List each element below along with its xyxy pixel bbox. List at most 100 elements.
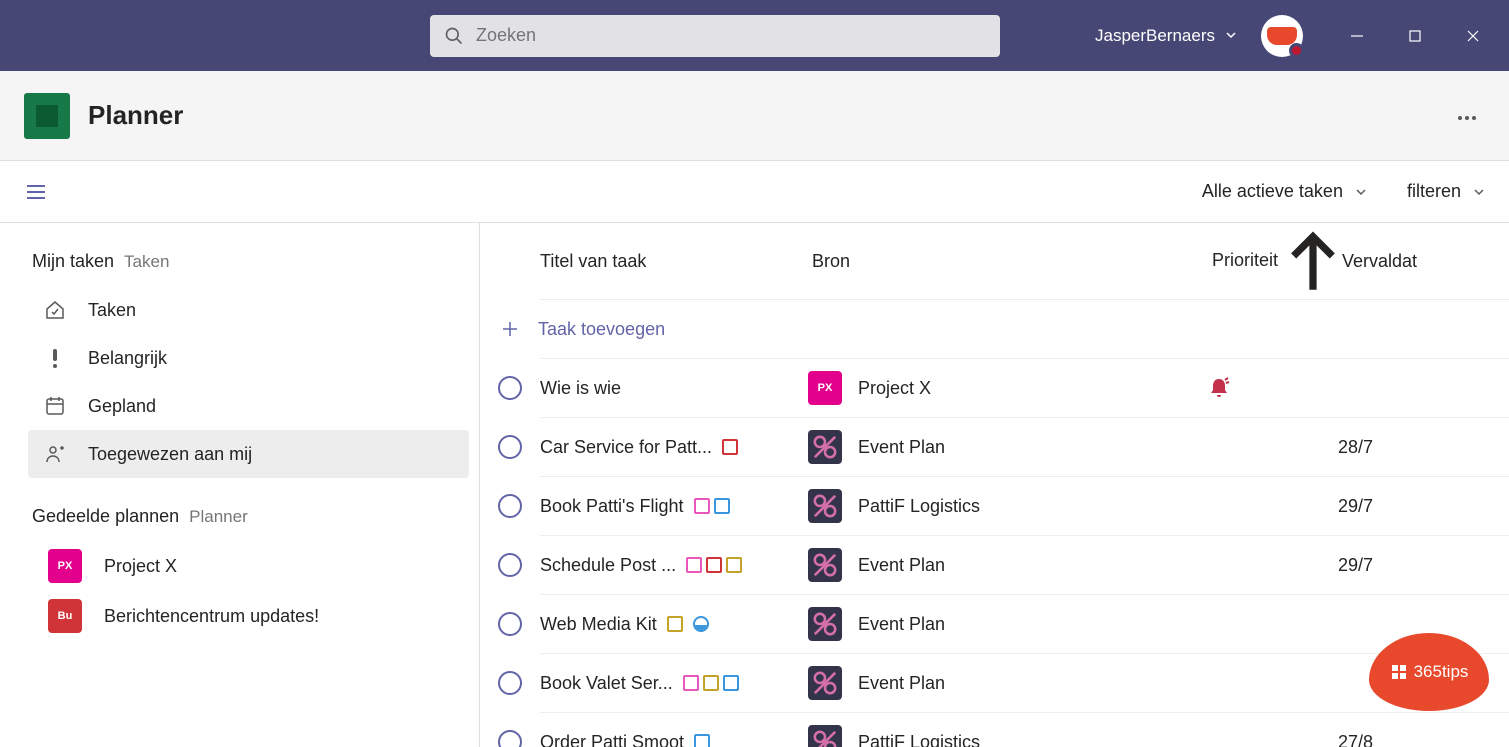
add-task-row[interactable]: Taak toevoegen [540,299,1509,358]
section-title-main: Gedeelde plannen [32,506,179,527]
source-badge [808,607,842,641]
section-title-sub: Planner [189,507,248,527]
planner-app-icon [24,93,70,139]
task-row[interactable]: Order Patti Smoot PattiF Logistics 27/8 [540,712,1509,747]
task-tags [694,734,710,747]
more-options-button[interactable] [1449,100,1485,132]
home-icon [44,299,66,321]
urgent-bell-icon [1208,377,1230,399]
source-badge: PX [808,371,842,405]
chevron-down-icon [1355,186,1367,198]
task-title-cell: Web Media Kit [540,614,808,635]
tag-swatch [726,557,742,573]
task-row[interactable]: Book Valet Ser... Event Plan [540,653,1509,712]
maximize-button[interactable] [1391,12,1439,60]
source-label: Event Plan [858,437,945,458]
sidebar-item-tasks[interactable]: Taken [28,286,469,334]
user-menu-chevron[interactable] [1225,28,1237,44]
task-due-date: 28/7 [1338,437,1509,458]
task-filter-label: Alle actieve taken [1202,181,1343,202]
task-title: Wie is wie [540,378,621,399]
column-header-priority[interactable]: Prioriteit [1212,227,1342,295]
task-due-date: 29/7 [1338,555,1509,576]
toolbar: Alle actieve taken filteren [0,161,1509,223]
plan-label: Berichtencentrum updates! [104,606,319,627]
app-title: Planner [88,100,183,131]
task-source-cell: Event Plan [808,666,1208,700]
task-complete-radio[interactable] [498,494,522,518]
search-box[interactable] [430,15,1000,57]
task-title: Car Service for Patt... [540,437,712,458]
column-header-source[interactable]: Bron [812,251,1212,272]
task-due-date: 27/8 [1338,732,1509,747]
progress-indicator-icon [693,616,709,632]
task-row[interactable]: Schedule Post ...Event Plan29/7 [540,535,1509,594]
section-title-sub: Taken [124,252,169,272]
task-row[interactable]: Book Patti's FlightPattiF Logistics29/7 [540,476,1509,535]
minimize-button[interactable] [1333,12,1381,60]
source-badge [808,489,842,523]
presence-indicator [1289,43,1304,58]
user-name[interactable]: JasperBernaers [1095,26,1215,46]
hamburger-menu-button[interactable] [24,180,48,204]
plan-label: Project X [104,556,177,577]
tag-swatch [706,557,722,573]
task-title: Order Patti Smoot [540,732,684,747]
task-source-cell: PattiF Logistics [808,725,1208,747]
tag-swatch [694,498,710,514]
source-badge [808,666,842,700]
filter-label: filteren [1407,181,1461,202]
column-header-title[interactable]: Titel van taak [540,251,812,272]
column-header-due[interactable]: Vervaldat [1342,251,1509,272]
task-row[interactable]: Wie is wie PX Project X [540,358,1509,417]
task-complete-radio[interactable] [498,553,522,577]
task-filter-dropdown[interactable]: Alle actieve taken [1202,181,1367,202]
source-label: Event Plan [858,614,945,635]
source-badge [808,548,842,582]
sidebar-plan-item[interactable]: PX Project X [28,541,469,591]
task-complete-radio[interactable] [498,730,522,747]
task-source-cell: Event Plan [808,548,1208,582]
sidebar-item-important[interactable]: Belangrijk [28,334,469,382]
source-label: Project X [858,378,931,399]
avatar[interactable] [1261,15,1303,57]
task-source-cell: Event Plan [808,430,1208,464]
sidebar-section-mytasks: Mijn taken Taken [28,251,469,272]
task-title-cell: Car Service for Patt... [540,437,808,458]
tag-swatch [694,734,710,747]
task-complete-radio[interactable] [498,612,522,636]
sidebar-item-label: Belangrijk [88,348,167,369]
task-list-header: Titel van taak Bron Prioriteit Vervaldat [480,223,1509,299]
calendar-icon [44,395,66,417]
important-icon [44,347,66,369]
task-complete-radio[interactable] [498,376,522,400]
tag-swatch [683,675,699,691]
plus-icon [500,319,520,339]
sidebar-item-assigned[interactable]: Toegewezen aan mij [28,430,469,478]
task-title-cell: Book Patti's Flight [540,496,808,517]
app-header: Planner [0,71,1509,161]
task-tags [694,498,730,514]
filter-dropdown[interactable]: filteren [1407,181,1485,202]
tag-swatch [722,439,738,455]
task-complete-radio[interactable] [498,671,522,695]
chevron-down-icon [1473,186,1485,198]
task-source-cell: PX Project X [808,371,1208,405]
task-tags [686,557,742,573]
task-tags [683,675,739,691]
close-button[interactable] [1449,12,1497,60]
plan-badge: PX [48,549,82,583]
task-source-cell: PattiF Logistics [808,489,1208,523]
search-input[interactable] [476,25,986,46]
task-complete-radio[interactable] [498,435,522,459]
task-title: Book Valet Ser... [540,673,673,694]
sidebar-item-label: Taken [88,300,136,321]
sidebar-plan-item[interactable]: BuBerichtencentrum updates! [28,591,469,641]
task-priority-cell [1208,377,1338,399]
task-row[interactable]: Car Service for Patt... Event Plan 28/7 [540,417,1509,476]
office-icon [1390,663,1408,681]
task-row[interactable]: Web Media Kit Event Plan [540,594,1509,653]
task-source-cell: Event Plan [808,607,1208,641]
search-icon [444,26,464,46]
sidebar-item-planned[interactable]: Gepland [28,382,469,430]
